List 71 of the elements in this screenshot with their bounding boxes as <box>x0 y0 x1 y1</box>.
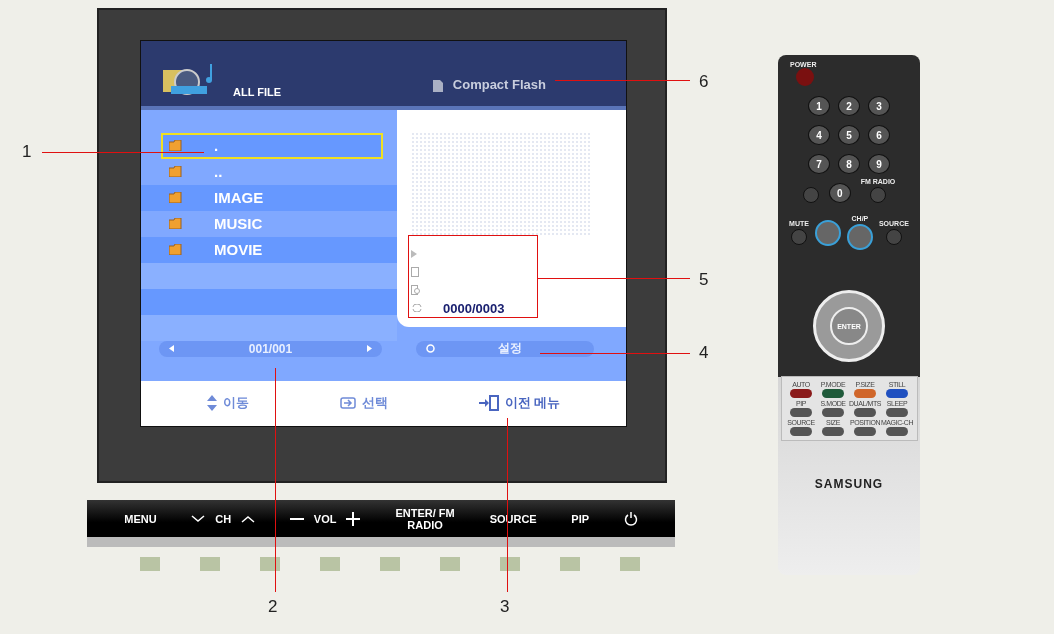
remote-key[interactable] <box>822 427 844 436</box>
button-stem <box>320 557 340 571</box>
memory-card-icon <box>432 79 443 92</box>
callout-number: 2 <box>268 597 278 617</box>
color-key[interactable] <box>822 389 844 398</box>
volume-label: VOL <box>313 512 337 525</box>
footer-hint: 선택 <box>361 394 388 413</box>
channel-key[interactable] <box>846 224 873 250</box>
number-key[interactable]: 4 <box>808 125 830 145</box>
device-name: Compact Flash <box>452 76 546 92</box>
chevron-down-icon[interactable] <box>191 514 206 523</box>
remote-key[interactable] <box>854 427 876 436</box>
panel-button-label[interactable]: MENU <box>124 512 157 525</box>
folder-icon <box>169 140 182 152</box>
brand-logo: SAMSUNG <box>814 477 884 491</box>
remote-key[interactable] <box>886 408 908 417</box>
document-icon <box>411 267 419 278</box>
enter-icon <box>339 397 356 410</box>
footer-hint: 이동 <box>222 394 249 413</box>
button-stem <box>140 557 160 571</box>
color-key[interactable] <box>886 389 908 398</box>
number-key[interactable]: 9 <box>868 154 890 174</box>
remote-key[interactable] <box>886 427 908 436</box>
remote-key[interactable] <box>790 408 812 417</box>
footer-hint: 이전 메뉴 <box>504 394 561 413</box>
volume-key[interactable] <box>814 219 841 246</box>
button-stem <box>500 557 520 571</box>
power-icon[interactable] <box>623 511 638 526</box>
number-key[interactable]: 5 <box>838 125 860 145</box>
settings-icon <box>426 344 435 354</box>
chevron-up-icon[interactable] <box>241 514 256 523</box>
button-stem <box>380 557 400 571</box>
remote-key[interactable] <box>790 427 812 436</box>
file-counter: 0000/0003 <box>443 300 505 316</box>
channel-label: CH <box>215 512 232 525</box>
folder-icon <box>169 218 182 230</box>
callout-number: 1 <box>22 142 32 162</box>
button-stem <box>440 557 460 571</box>
color-key[interactable] <box>790 389 812 398</box>
button-stem <box>200 557 220 571</box>
exit-door-icon <box>478 395 499 412</box>
screen-title: ALL FILE <box>233 85 282 98</box>
remote-key[interactable] <box>854 408 876 417</box>
button-stem <box>620 557 640 571</box>
number-key[interactable]: 6 <box>868 125 890 145</box>
number-key[interactable]: 7 <box>808 154 830 174</box>
button-stem <box>260 557 280 571</box>
panel-button-label[interactable]: ENTER/ FM RADIO <box>395 506 456 531</box>
folder-icon <box>169 166 182 178</box>
callout-number: 5 <box>699 270 709 290</box>
right-arrow-icon[interactable] <box>367 345 372 353</box>
panel-button-label[interactable]: PIP <box>571 512 590 525</box>
callout-number: 4 <box>699 343 709 363</box>
folder-icon <box>169 192 182 204</box>
repeat-icon <box>411 304 423 313</box>
play-icon <box>411 250 417 259</box>
number-key[interactable]: 2 <box>838 96 860 116</box>
number-key[interactable]: 8 <box>838 154 860 174</box>
callout-number: 6 <box>699 72 709 92</box>
number-key[interactable]: 1 <box>808 96 830 116</box>
number-key[interactable]: 0 <box>828 183 851 203</box>
folder-icon <box>169 244 182 256</box>
color-key[interactable] <box>854 389 876 398</box>
plus-icon[interactable] <box>346 511 361 526</box>
remote-key[interactable] <box>822 408 844 417</box>
up-down-arrows-icon <box>206 395 217 412</box>
button-stem <box>560 557 580 571</box>
left-arrow-icon[interactable] <box>169 345 174 353</box>
callout-number: 3 <box>500 597 510 617</box>
file-clock-icon <box>411 285 420 296</box>
number-key[interactable]: 3 <box>868 96 890 116</box>
